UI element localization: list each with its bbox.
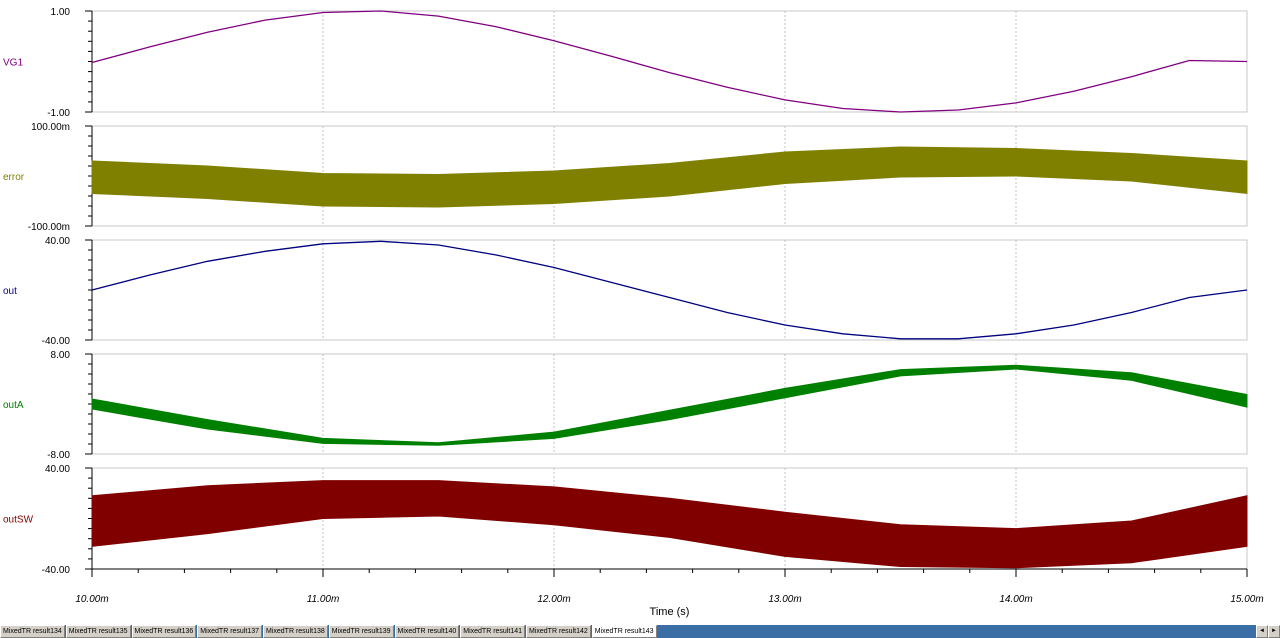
panel-outSW: 40.00 -40.00 outSW xyxy=(3,464,1248,576)
panel-outA: 8.00 -8.00 outA xyxy=(3,350,1248,461)
tab-result[interactable]: MixedTR result136 xyxy=(131,625,197,638)
x-tick-label: 10.00m xyxy=(75,594,108,605)
y-tick-label: 40.00 xyxy=(45,236,70,247)
series-label: outA xyxy=(3,400,24,411)
tab-result[interactable]: MixedTR result142 xyxy=(526,625,591,638)
series-label: error xyxy=(3,172,25,183)
y-tick-label: 40.00 xyxy=(45,464,70,475)
y-tick-label: 8.00 xyxy=(51,350,71,361)
tab-result[interactable]: MixedTR result143 xyxy=(591,625,657,638)
x-tick-label: 15.00m xyxy=(1230,594,1263,605)
result-tab-bar: MixedTR result134 MixedTR result135 MixedT… xyxy=(0,625,1280,638)
panel-frame xyxy=(91,10,1248,113)
x-tick-label: 11.00m xyxy=(307,594,340,605)
panel-error: 100.00m -100.00m error xyxy=(3,122,1248,233)
x-tick-label: 13.00m xyxy=(768,594,801,605)
tab-result[interactable]: MixedTR result138 xyxy=(263,625,328,638)
y-tick-label: -100.00m xyxy=(28,222,70,233)
tab-result[interactable]: MixedTR result141 xyxy=(460,625,525,638)
x-tick-label: 14.00m xyxy=(999,594,1032,605)
tab-result[interactable]: MixedTR result134 xyxy=(0,625,65,638)
x-tick-label: 12.00m xyxy=(537,594,570,605)
tab-scroll-buttons: ◄ ► xyxy=(1256,625,1280,638)
y-tick-label: -8.00 xyxy=(47,450,70,461)
panel-out: 40.00 -40.00 out xyxy=(3,236,1248,347)
y-tick-label: -40.00 xyxy=(42,336,71,347)
x-axis: 10.00m 11.00m 12.00m 13.00m 14.00m 15.00m Time… xyxy=(75,568,1264,618)
y-tick-label: -1.00 xyxy=(47,108,70,119)
scroll-right-button[interactable]: ► xyxy=(1268,625,1280,638)
tab-result[interactable]: MixedTR result139 xyxy=(328,625,394,638)
series-label: out xyxy=(3,286,17,297)
y-tick-label: 1.00 xyxy=(51,7,71,18)
x-axis-label: Time (s) xyxy=(650,606,690,618)
panel-VG1: 1.00 -1.00 VG1 xyxy=(3,7,1248,119)
scroll-left-button[interactable]: ◄ xyxy=(1256,625,1268,638)
series-label: VG1 xyxy=(3,58,23,69)
tab-result[interactable]: MixedTR result137 xyxy=(197,625,262,638)
tab-result[interactable]: MixedTR result140 xyxy=(394,625,460,638)
series-label: outSW xyxy=(3,515,34,526)
y-tick-label: 100.00m xyxy=(31,122,70,133)
waveform-chart: 1.00 -1.00 VG1 100.00m -100.00m error 40.00 -40… xyxy=(3,7,1264,618)
y-tick-label: -40.00 xyxy=(42,565,71,576)
result-tabs: MixedTR result134 MixedTR result135 MixedT… xyxy=(0,625,1256,638)
tab-result[interactable]: MixedTR result135 xyxy=(65,625,131,638)
